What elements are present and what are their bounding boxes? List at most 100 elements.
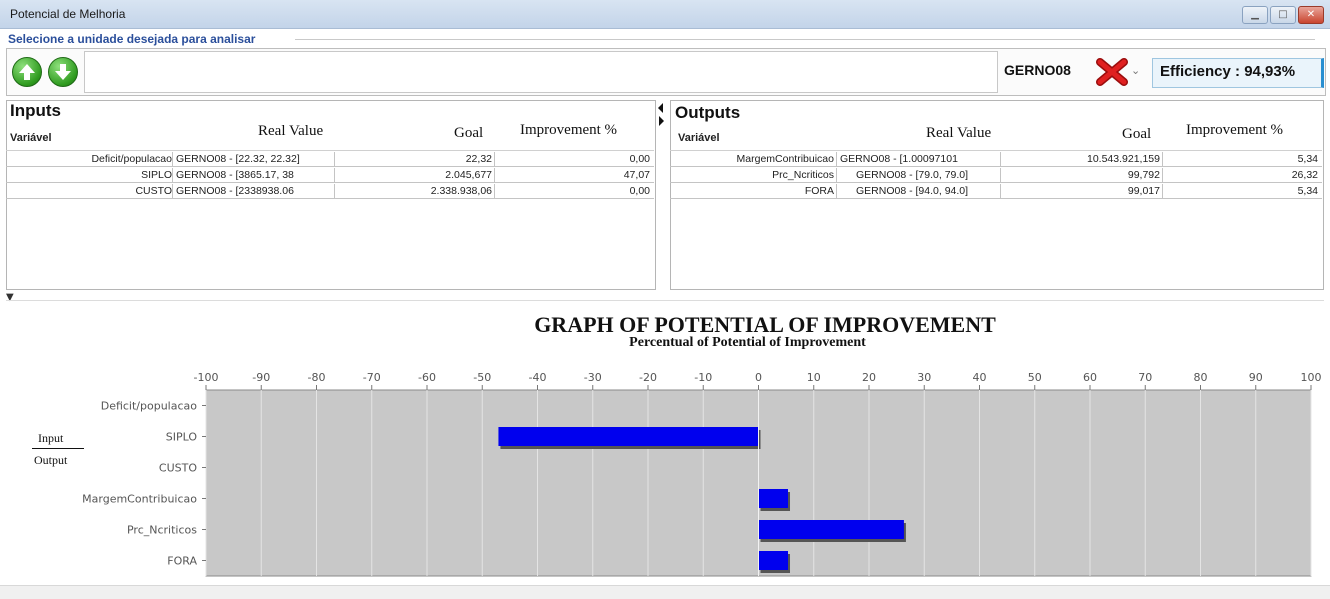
cell-goal: 2.338.938,06 (430, 185, 492, 197)
category-label: Prc_Ncriticos (127, 524, 197, 537)
close-window-button[interactable]: ✕ (1298, 6, 1324, 24)
cell-goal: 2.045,677 (445, 169, 492, 181)
x-tick-label: -70 (363, 371, 381, 384)
cell-goal: 10.543.921,159 (1087, 153, 1160, 165)
next-unit-button[interactable] (48, 57, 78, 87)
cell-variable: SIPLO (141, 169, 172, 181)
category-label: SIPLO (166, 431, 198, 444)
cell-real: GERNO08 - [1.00097101 (840, 153, 958, 165)
unit-search-field[interactable] (84, 51, 998, 93)
table-row[interactable]: Prc_Ncriticos GERNO08 - [79.0, 79.0] 99,… (670, 168, 1322, 183)
cell-improvement: 26,32 (1291, 169, 1318, 181)
maximize-button[interactable]: □ (1270, 6, 1296, 24)
x-tick-label: -80 (308, 371, 326, 384)
outputs-header-goal: Goal (1122, 126, 1152, 142)
x-tick-label: -100 (194, 371, 219, 384)
cell-variable: Prc_Ncriticos (772, 169, 834, 181)
table-row[interactable]: MargemContribuicao GERNO08 - [1.00097101… (670, 152, 1322, 167)
clear-unit-button[interactable] (1096, 58, 1128, 86)
inputs-header-variable: Variável (10, 132, 52, 144)
x-tick-label: 100 (1301, 371, 1322, 384)
cell-goal: 22,32 (465, 153, 492, 165)
bar (758, 489, 789, 508)
cell-improvement: 5,34 (1297, 185, 1318, 197)
x-tick-label: -60 (418, 371, 436, 384)
chart-subtitle: Percentual of Potential of Improvement (629, 335, 866, 350)
inputs-header-real: Real Value (258, 123, 324, 139)
splitter-arrows-icon (658, 103, 664, 126)
outputs-header-variable: Variável (678, 132, 720, 144)
x-tick-label: 0 (755, 371, 762, 384)
cell-variable: Deficit/populacao (91, 153, 172, 165)
title-bar (0, 0, 1330, 29)
x-tick-label: -50 (473, 371, 491, 384)
divider (6, 150, 654, 151)
unit-dropdown-chevron-icon[interactable]: ⌄ (1131, 64, 1140, 77)
arrow-down-icon (55, 64, 71, 80)
x-tick-label: -30 (584, 371, 602, 384)
maximize-icon: □ (1278, 9, 1288, 20)
cell-goal: 99,792 (1127, 169, 1160, 181)
table-row[interactable]: FORA GERNO08 - [94.0, 94.0] 99,017 5,34 (670, 184, 1322, 199)
inputs-title: Inputs (10, 101, 61, 120)
red-x-icon (1096, 58, 1128, 86)
bar (498, 427, 759, 446)
instruction-text: Selecione a unidade desejada para analis… (8, 32, 256, 46)
cell-variable: MargemContribuicao (736, 153, 834, 165)
collapse-arrow-icon[interactable]: ▼ (6, 292, 14, 303)
divider (670, 150, 1322, 151)
cell-variable: FORA (804, 185, 834, 197)
legend-divider (32, 448, 84, 449)
panel-splitter[interactable] (656, 100, 666, 288)
outputs-title: Outputs (675, 103, 741, 122)
divider (6, 300, 1324, 301)
category-label: MargemContribuicao (82, 493, 197, 506)
x-tick-label: 60 (1083, 371, 1097, 384)
minimize-button[interactable]: ▁ (1242, 6, 1268, 24)
x-tick-label: -40 (529, 371, 547, 384)
cell-real: GERNO08 - [22.32, 22.32] (176, 153, 300, 165)
x-tick-label: 40 (973, 371, 987, 384)
x-tick-label: 30 (917, 371, 931, 384)
category-label: Deficit/populacao (101, 400, 198, 413)
cell-improvement: 5,34 (1297, 153, 1318, 165)
cell-real: GERNO08 - [79.0, 79.0] (856, 169, 969, 181)
cell-real: GERNO08 - [3865.17, 38 (176, 169, 294, 181)
table-row[interactable]: Deficit/populacao GERNO08 - [22.32, 22.3… (6, 152, 654, 167)
table-row[interactable]: CUSTO GERNO08 - [2338938.06 2.338.938,06… (6, 184, 654, 199)
x-tick-label: 90 (1249, 371, 1263, 384)
minimize-icon: ▁ (1251, 9, 1259, 20)
outputs-header-improvement: Improvement % (1186, 122, 1284, 138)
arrow-up-icon (19, 64, 35, 80)
x-tick-label: 10 (807, 371, 821, 384)
legend-input: Input (38, 431, 64, 445)
x-tick-label: -90 (252, 371, 270, 384)
x-tick-label: -10 (694, 371, 712, 384)
x-tick-label: 20 (862, 371, 876, 384)
previous-unit-button[interactable] (12, 57, 42, 87)
legend-output: Output (34, 453, 68, 467)
inputs-header-goal: Goal (454, 125, 484, 141)
cell-real: GERNO08 - [2338938.06 (176, 185, 294, 197)
category-label: CUSTO (159, 462, 197, 475)
outputs-header-real: Real Value (926, 125, 992, 141)
bar (758, 551, 789, 570)
status-bar (0, 585, 1330, 599)
category-label: FORA (167, 555, 197, 568)
selected-unit: GERNO08 (1004, 62, 1071, 78)
efficiency-value: Efficiency : 94,93% (1160, 63, 1296, 80)
x-tick-label: 80 (1194, 371, 1208, 384)
cell-variable: CUSTO (135, 185, 172, 197)
divider (295, 39, 1315, 40)
cell-real: GERNO08 - [94.0, 94.0] (856, 185, 969, 197)
bar (758, 520, 904, 539)
improvement-chart: -100 -90 -80 -70 -60 -50 -40 -30 -20 -10 0 10 20 30 40… (82, 371, 1322, 577)
x-tick-label: 50 (1028, 371, 1042, 384)
table-row[interactable]: SIPLO GERNO08 - [3865.17, 38 2.045,677 4… (6, 168, 654, 183)
cell-improvement: 0,00 (629, 153, 650, 165)
x-tick-label: 70 (1138, 371, 1152, 384)
cell-improvement: 0,00 (629, 185, 650, 197)
cell-goal: 99,017 (1127, 185, 1160, 197)
window-title: Potencial de Melhoria (10, 7, 126, 21)
inputs-header-improvement: Improvement % (520, 122, 618, 138)
